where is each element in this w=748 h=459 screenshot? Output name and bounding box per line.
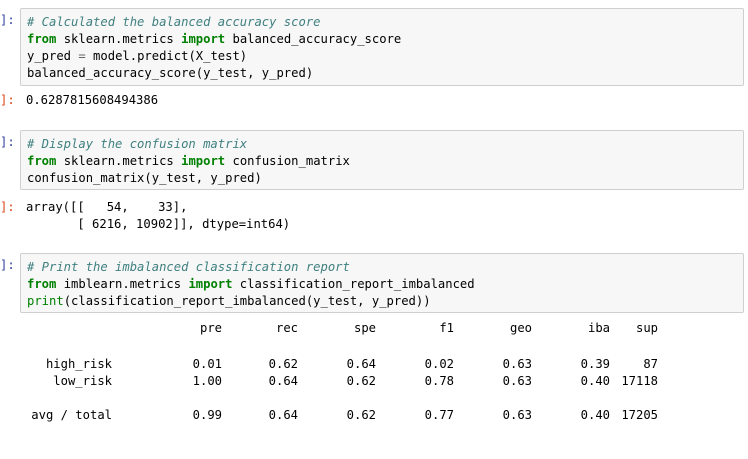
code-token: confusion_matrix <box>225 154 350 168</box>
code-token: balanced_accuracy_score(y_test, y_pred) <box>27 66 314 80</box>
code-line: y_pred = model.predict(X_test) <box>27 48 743 65</box>
code-line: # Display the confusion matrix <box>27 136 743 153</box>
input-prompt: ]: <box>0 13 15 27</box>
code-token: from <box>27 154 57 168</box>
report-cell-rec: 0.64 <box>268 408 298 422</box>
report-cell-f1: 0.02 <box>424 357 454 371</box>
code-token: import <box>181 154 226 168</box>
output-prompt: ]: <box>0 200 15 214</box>
report-row-label: high_risk <box>45 357 112 371</box>
report-cell-pre: 0.01 <box>192 357 222 371</box>
report-cell-f1: 0.77 <box>424 408 454 422</box>
report-cell-f1: 0.78 <box>424 374 454 388</box>
code-token: from <box>27 32 57 46</box>
report-row-label: low_risk <box>53 374 112 388</box>
report-cell-spe: 0.64 <box>346 357 376 371</box>
report-cell-spe: 0.62 <box>346 408 376 422</box>
code-token: # Calculated the balanced accuracy score <box>27 15 321 29</box>
code-input[interactable]: # Print the imbalanced classification re… <box>20 253 744 313</box>
cell-output: 0.6287815608494386 <box>26 93 159 107</box>
report-cell-rec: 0.62 <box>268 357 298 371</box>
report-cell-spe: 0.62 <box>346 374 376 388</box>
code-token: model.predict(X_test) <box>85 49 248 63</box>
code-line: from imblearn.metrics import classificat… <box>27 276 743 293</box>
input-prompt: ]: <box>0 135 15 149</box>
code-token: sklearn.metrics <box>56 154 182 168</box>
code-line: print(classification_report_imbalanced(y… <box>27 293 743 310</box>
code-token: = <box>78 49 86 63</box>
report-cell-pre: 1.00 <box>192 374 222 388</box>
header-geo: geo <box>509 321 532 335</box>
report-cell-sup: 17118 <box>621 374 658 388</box>
report-header-row: pre rec spe f1 geo iba sup <box>26 320 726 337</box>
report-cell-geo: 0.63 <box>502 408 532 422</box>
output-prompt: ]: <box>0 93 15 107</box>
code-line: from sklearn.metrics import balanced_acc… <box>27 31 743 48</box>
report-row-avg-total: avg / total 0.99 0.64 0.62 0.77 0.63 0.40 17205 <box>26 407 726 424</box>
header-sup: sup <box>635 321 658 335</box>
code-line: balanced_accuracy_score(y_test, y_pred) <box>27 65 743 82</box>
code-token: confusion_matrix(y_test, y_pred) <box>27 171 262 185</box>
code-line: confusion_matrix(y_test, y_pred) <box>27 170 743 187</box>
code-token: sklearn.metrics <box>56 32 182 46</box>
header-f1: f1 <box>439 321 454 335</box>
report-cell-geo: 0.63 <box>502 374 532 388</box>
report-cell-geo: 0.63 <box>502 357 532 371</box>
code-line: # Calculated the balanced accuracy score <box>27 14 743 31</box>
code-token: imblearn.metrics <box>56 277 189 291</box>
code-token: balanced_accuracy_score <box>225 32 402 46</box>
report-cell-pre: 0.99 <box>192 408 222 422</box>
code-token: import <box>188 277 233 291</box>
code-line: # Print the imbalanced classification re… <box>27 259 743 276</box>
cell-output-line-2: [ 6216, 10902]], dtype=int64) <box>26 217 291 231</box>
report-cell-rec: 0.64 <box>268 374 298 388</box>
header-pre: pre <box>199 321 222 335</box>
report-cell-sup: 87 <box>643 357 658 371</box>
cell-output-line-1: array([[ 54, 33], <box>26 200 188 214</box>
report-row-low-risk: low_risk 1.00 0.64 0.62 0.78 0.63 0.40 17118 <box>26 373 726 390</box>
code-token: y_pred <box>27 49 79 63</box>
code-token: print <box>27 294 64 308</box>
code-token: (classification_report_imbalanced(y_test… <box>63 294 431 308</box>
code-input[interactable]: # Display the confusion matrix from sklea… <box>20 130 744 190</box>
code-token: classification_report_imbalanced <box>232 277 475 291</box>
report-cell-sup: 17205 <box>621 408 658 422</box>
code-token: # Print the imbalanced classification re… <box>27 260 350 274</box>
report-row-high-risk: high_risk 0.01 0.62 0.64 0.02 0.63 0.39 87 <box>26 356 726 373</box>
header-spe: spe <box>353 321 376 335</box>
code-token: # Display the confusion matrix <box>27 137 248 151</box>
report-row-label: avg / total <box>31 408 112 422</box>
header-rec: rec <box>275 321 298 335</box>
code-line: from sklearn.metrics import confusion_ma… <box>27 153 743 170</box>
code-token: from <box>27 277 57 291</box>
code-token: import <box>181 32 226 46</box>
code-input[interactable]: # Calculated the balanced accuracy score… <box>20 8 744 86</box>
input-prompt: ]: <box>0 258 15 272</box>
